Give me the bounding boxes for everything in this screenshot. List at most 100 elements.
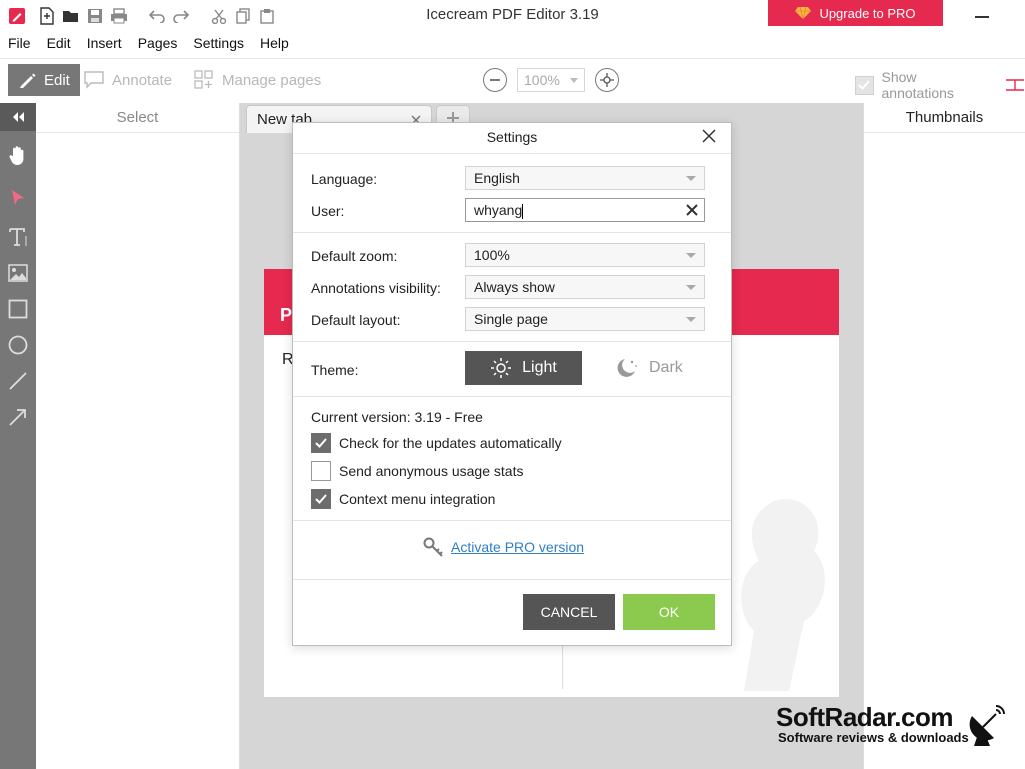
menu-insert[interactable]: Insert	[79, 32, 130, 54]
checkmark-icon	[858, 80, 871, 90]
chevron-down-icon	[686, 176, 696, 181]
crosshair-icon	[600, 73, 614, 87]
select-tool[interactable]	[0, 181, 36, 215]
default-layout-select[interactable]: Single page	[465, 307, 705, 331]
context-menu-checkbox[interactable]	[311, 489, 331, 509]
text-tool[interactable]	[0, 220, 36, 254]
ok-button[interactable]: OK	[623, 594, 715, 630]
show-annotations-toggle[interactable]: Show annotations	[855, 69, 1025, 101]
usage-stats-option[interactable]: Send anonymous usage stats	[311, 461, 523, 481]
show-annotations-checkbox[interactable]	[855, 75, 874, 95]
upgrade-to-pro-button[interactable]: Upgrade to PRO	[768, 0, 943, 26]
section-divider	[293, 232, 731, 233]
default-zoom-value: 100%	[474, 247, 510, 263]
thumbnails-panel: Thumbnails	[863, 103, 1025, 769]
arrow-tool[interactable]	[0, 400, 36, 434]
user-label: User:	[311, 203, 345, 219]
hand-tool[interactable]	[0, 139, 36, 173]
fit-page-button[interactable]	[595, 68, 619, 92]
annotations-visibility-select[interactable]: Always show	[465, 275, 705, 299]
rectangle-tool[interactable]	[0, 292, 36, 326]
theme-label: Theme:	[311, 362, 359, 378]
line-tool[interactable]	[0, 364, 36, 398]
usage-stats-checkbox[interactable]	[311, 461, 331, 481]
tool-strip	[0, 103, 36, 769]
softradar-watermark: SoftRadar.com Software reviews & downloa…	[776, 702, 1016, 750]
section-divider	[293, 341, 731, 342]
theme-dark-button[interactable]: Dark	[615, 351, 715, 385]
theme-dark-label: Dark	[649, 359, 683, 376]
comment-icon	[84, 71, 104, 89]
menu-help[interactable]: Help	[252, 32, 297, 54]
key-icon	[423, 537, 443, 557]
manage-pages-icon	[194, 70, 213, 89]
icecream-watermark-icon	[741, 499, 825, 691]
page-header-text: P	[280, 305, 293, 325]
default-layout-value: Single page	[474, 311, 548, 327]
menu-file[interactable]: File	[0, 32, 39, 54]
sun-icon	[491, 358, 512, 378]
watermark-title: SoftRadar.com	[776, 702, 954, 732]
satellite-dish-icon	[969, 705, 1005, 746]
image-tool[interactable]	[0, 256, 36, 290]
text-icon	[9, 228, 27, 246]
settings-dialog: Settings Language: English User: whyang …	[292, 122, 732, 646]
ellipse-tool[interactable]	[0, 328, 36, 362]
check-updates-checkbox[interactable]	[311, 433, 331, 453]
checkmark-icon	[315, 494, 327, 504]
dialog-title: Settings	[293, 123, 731, 154]
user-input[interactable]: whyang	[465, 198, 705, 222]
chevron-down-icon	[686, 285, 696, 290]
chevron-down-icon	[686, 317, 696, 322]
close-dialog-icon[interactable]	[701, 128, 717, 144]
check-updates-option[interactable]: Check for the updates automatically	[311, 433, 562, 453]
zoom-controls: 100%	[483, 67, 619, 93]
chevron-down-icon	[686, 253, 696, 258]
menu-pages[interactable]: Pages	[130, 32, 186, 54]
context-menu-label: Context menu integration	[339, 491, 496, 507]
diamond-icon	[795, 6, 812, 20]
moon-icon	[617, 359, 637, 377]
image-icon	[8, 264, 28, 282]
watermark-subtitle: Software reviews & downloads	[778, 730, 969, 745]
show-annotations-label: Show annotations	[881, 69, 954, 101]
title-bar: Icecream PDF Editor 3.19 Upgrade to PRO	[0, 0, 1025, 32]
zoom-level-select[interactable]: 100%	[517, 68, 585, 92]
edit-mode-button[interactable]: Edit	[8, 64, 80, 96]
activate-pro-link[interactable]: Activate PRO version	[451, 539, 584, 555]
panel-layout-icon[interactable]	[1004, 75, 1025, 95]
annotate-label: Annotate	[112, 71, 173, 89]
language-select[interactable]: English	[465, 166, 705, 190]
cancel-button[interactable]: CANCEL	[523, 594, 615, 630]
context-menu-option[interactable]: Context menu integration	[311, 489, 495, 509]
zoom-level-value: 100%	[524, 72, 560, 88]
text-cursor	[522, 203, 524, 219]
menu-settings[interactable]: Settings	[185, 32, 252, 54]
clear-input-icon[interactable]	[686, 204, 698, 216]
hand-icon	[9, 146, 24, 166]
collapse-panel-button[interactable]	[0, 103, 36, 131]
section-divider	[293, 520, 731, 521]
default-layout-label: Default layout:	[311, 312, 401, 328]
annotate-button[interactable]: Annotate	[74, 64, 182, 96]
annotations-visibility-label: Annotations visibility:	[311, 280, 441, 296]
rectangle-icon	[8, 299, 28, 319]
current-version-text: Current version: 3.19 - Free	[311, 409, 483, 425]
edit-mode-label: Edit	[44, 71, 70, 89]
minimize-button[interactable]	[975, 16, 989, 18]
upgrade-label: Upgrade to PRO	[819, 5, 916, 21]
pencil-icon	[20, 73, 36, 88]
ellipse-icon	[8, 335, 28, 355]
theme-light-button[interactable]: Light	[465, 351, 582, 385]
menu-edit[interactable]: Edit	[39, 32, 79, 54]
language-label: Language:	[311, 171, 378, 187]
zoom-out-button[interactable]	[483, 68, 507, 92]
chevron-down-icon	[570, 77, 578, 83]
main-toolbar: Edit Annotate Manage pages 100% Show ann…	[0, 58, 1025, 102]
checkmark-icon	[315, 438, 327, 448]
menu-bar: File Edit Insert Pages Settings Help	[0, 32, 297, 54]
manage-pages-button[interactable]: Manage pages	[184, 64, 331, 96]
default-zoom-select[interactable]: 100%	[465, 243, 705, 267]
page-divider	[562, 645, 563, 689]
user-value: whyang	[474, 202, 523, 218]
